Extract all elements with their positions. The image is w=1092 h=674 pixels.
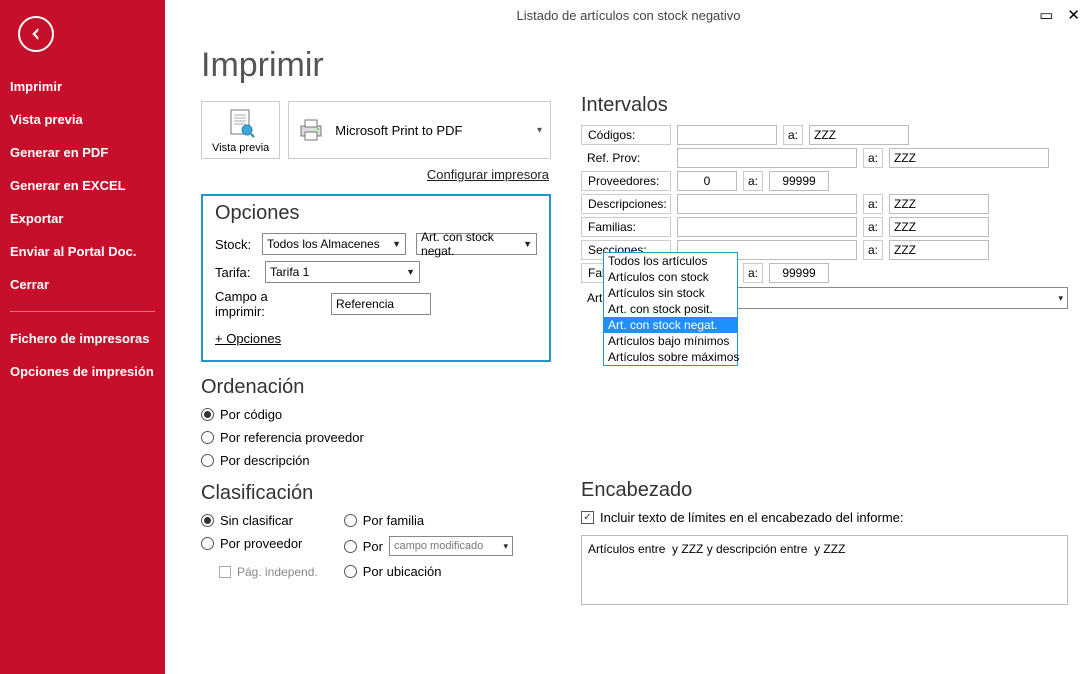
interval-row: Familias: a: [581,217,1068,237]
interval-to[interactable] [769,171,829,191]
interval-row: Códigos: a: [581,125,1068,145]
campo-modificado-select[interactable]: campo modificado▾ [389,536,513,556]
interval-label: Códigos: [581,125,671,145]
stock-select[interactable]: Todos los Almacenes▼ [262,233,406,255]
radio-por-campo[interactable]: Por campo modificado▾ [344,536,513,556]
dropdown-option[interactable]: Artículos bajo mínimos [604,333,737,349]
nav-item[interactable]: Exportar [0,202,165,235]
dropdown-option[interactable]: Art. con stock posit. [604,301,737,317]
interval-from[interactable] [677,217,857,237]
interval-to[interactable] [889,194,989,214]
chk-incluir-limites[interactable]: ✓Incluir texto de límites en el encabeza… [581,510,1068,525]
printer-name: Microsoft Print to PDF [335,123,527,138]
interval-row: Ref. Prov: a: [581,148,1068,168]
sidebar: ImprimirVista previaGenerar en PDFGenera… [0,0,165,674]
interval-to[interactable] [889,240,989,260]
tarifa-label: Tarifa: [215,265,255,280]
interval-a: a: [863,240,883,260]
page-title: Imprimir [201,46,551,85]
interval-label: Ref. Prov: [581,149,671,167]
interval-from[interactable] [677,148,857,168]
nav-item[interactable]: Generar en EXCEL [0,169,165,202]
interval-a: a: [783,125,803,145]
interval-a: a: [743,263,763,283]
chk-pag-independ[interactable]: Pág. independ. [219,565,318,579]
nav-item[interactable]: Imprimir [0,70,165,103]
vista-previa-button[interactable]: Vista previa [201,101,280,159]
radio-sin-clasificar[interactable]: Sin clasificar [201,513,318,528]
back-button[interactable] [18,16,54,52]
nav-item[interactable]: Opciones de impresión [0,355,165,388]
nav-item[interactable]: Generar en PDF [0,136,165,169]
campo-input[interactable] [331,293,431,315]
dropdown-option[interactable]: Artículos con stock [604,269,737,285]
interval-row: Descripciones: a: [581,194,1068,214]
clasificacion-title: Clasificación [201,482,551,505]
filter-select[interactable]: Art. con stock negat.▼ [416,233,537,255]
ordenacion-title: Ordenación [201,376,551,399]
filter-dropdown: Todos los artículosArtículos con stockAr… [603,252,738,366]
interval-a: a: [863,217,883,237]
interval-label: Proveedores: [581,171,671,191]
dropdown-option[interactable]: Artículos sin stock [604,285,737,301]
interval-from[interactable] [677,194,857,214]
interval-a: a: [743,171,763,191]
main: Listado de artículos con stock negativo … [165,0,1092,674]
interval-to[interactable] [769,263,829,283]
dropdown-option[interactable]: Art. con stock negat. [604,317,737,333]
interval-to[interactable] [809,125,909,145]
interval-a: a: [863,194,883,214]
nav-separator [10,311,155,312]
stock-label: Stock: [215,237,252,252]
nav-item[interactable]: Enviar al Portal Doc. [0,235,165,268]
minimize-icon[interactable]: ▭ [1039,6,1053,24]
close-icon[interactable]: ✕ [1067,6,1080,24]
dropdown-option[interactable]: Artículos sobre máximos [604,349,737,365]
radio-por-codigo[interactable]: Por código [201,407,551,422]
interval-row: Proveedores: a: [581,171,1068,191]
printer-select[interactable]: Microsoft Print to PDF ▾ [288,101,551,159]
encabezado-textarea[interactable] [581,535,1068,605]
interval-from[interactable] [677,171,737,191]
radio-por-descripcion[interactable]: Por descripción [201,453,551,468]
interval-label: Descripciones: [581,194,671,214]
tarifa-select[interactable]: Tarifa 1▼ [265,261,420,283]
window-title: Listado de artículos con stock negativo [165,8,1092,23]
radio-por-ubicacion[interactable]: Por ubicación [344,564,513,579]
interval-to[interactable] [889,217,989,237]
radio-por-proveedor[interactable]: Por proveedor [201,536,318,551]
more-options-link[interactable]: + Opciones [215,331,281,346]
interval-a: a: [863,148,883,168]
radio-por-referencia[interactable]: Por referencia proveedor [201,430,551,445]
vista-previa-label: Vista previa [212,142,269,154]
chevron-down-icon: ▾ [537,125,542,136]
printer-icon [297,118,325,142]
intervalos-title: Intervalos [581,94,1068,117]
encabezado-title: Encabezado [581,479,1068,502]
campo-label: Campo a imprimir: [215,289,321,319]
dropdown-option[interactable]: Todos los artículos [604,253,737,269]
opciones-title: Opciones [215,202,537,225]
opciones-panel: Opciones Stock: Todos los Almacenes▼ Art… [201,194,551,362]
nav-item[interactable]: Cerrar [0,268,165,301]
configure-printer-link[interactable]: Configurar impresora [201,167,549,182]
interval-from[interactable] [677,125,777,145]
document-preview-icon [223,108,259,140]
nav-item[interactable]: Fichero de impresoras [0,322,165,355]
radio-por-familia[interactable]: Por familia [344,513,513,528]
interval-to[interactable] [889,148,1049,168]
nav-item[interactable]: Vista previa [0,103,165,136]
interval-label: Familias: [581,217,671,237]
